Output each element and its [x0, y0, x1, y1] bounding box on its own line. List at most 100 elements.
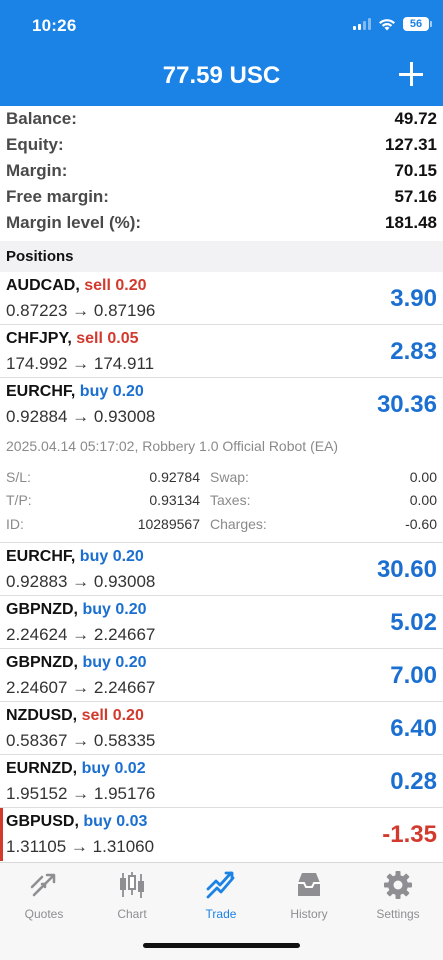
charges-value: -0.60	[405, 515, 437, 532]
position-side: buy 0.20	[79, 548, 144, 565]
account-summary: Balance: 49.72 Equity: 127.31 Margin: 70.15…	[0, 106, 443, 236]
position-row[interactable]: AUDCAD, sell 0.20 0.87223 → 0.87196 3.90	[0, 272, 443, 325]
summary-balance: Balance: 49.72	[0, 106, 443, 132]
quotes-icon	[30, 873, 56, 897]
position-symbol: GBPUSD,	[6, 813, 79, 830]
summary-value: 70.15	[394, 161, 437, 180]
position-row[interactable]: GBPNZD, buy 0.20 2.24624 → 2.24667 5.02	[0, 596, 443, 649]
tab-label: Chart	[117, 907, 147, 921]
position-prices: 0.87223 → 0.87196	[6, 301, 156, 320]
chart-icon	[120, 872, 144, 898]
tab-label: Settings	[376, 907, 420, 921]
position-details: 2025.04.14 05:17:02, Robbery 1.0 Officia…	[0, 431, 443, 543]
tab-history[interactable]: History	[265, 869, 353, 921]
position-profit: 0.28	[390, 768, 437, 795]
position-side: buy 0.20	[79, 383, 144, 400]
position-prices: 1.31105 → 1.31060	[6, 837, 155, 856]
summary-label: Balance:	[6, 109, 77, 128]
summary-value: 57.16	[394, 187, 437, 206]
id-label: ID:	[6, 515, 24, 532]
position-side: sell 0.05	[76, 330, 139, 347]
position-prices: 1.95152 → 1.95176	[6, 784, 156, 803]
position-symbol: NZDUSD,	[6, 707, 78, 724]
position-comment: 2025.04.14 05:17:02, Robbery 1.0 Officia…	[6, 438, 339, 454]
account-equity-title: 77.59 USC	[162, 62, 281, 89]
position-side: sell 0.20	[81, 707, 144, 724]
tp-label: T/P:	[6, 492, 32, 509]
taxes-value: 0.00	[409, 492, 437, 509]
home-indicator	[143, 943, 300, 948]
summary-margin-level: Margin level (%): 181.48	[0, 210, 443, 236]
position-row[interactable]: NZDUSD, sell 0.20 0.58367 → 0.58335 6.40	[0, 702, 443, 755]
summary-label: Equity:	[6, 135, 64, 154]
position-prices: 0.92883 → 0.93008	[6, 572, 156, 591]
new-order-plus-icon[interactable]	[399, 62, 423, 86]
summary-value: 181.48	[385, 213, 437, 232]
position-row[interactable]: GBPUSD, buy 0.03 1.31105 → 1.31060 -1.35	[0, 808, 443, 861]
summary-value: 49.72	[394, 109, 437, 128]
settings-icon	[384, 871, 412, 899]
battery-icon: 56	[403, 17, 432, 31]
position-symbol: EURNZD,	[6, 760, 78, 777]
position-side: sell 0.20	[84, 277, 147, 294]
position-side: buy 0.20	[82, 601, 147, 618]
wifi-icon	[379, 18, 395, 30]
position-row[interactable]: EURNZD, buy 0.02 1.95152 → 1.95176 0.28	[0, 755, 443, 808]
status-icons: 56	[353, 17, 432, 31]
position-symbol: EURCHF,	[6, 548, 76, 565]
position-side: buy 0.20	[82, 654, 147, 671]
summary-label: Margin level (%):	[6, 213, 142, 232]
positions-header: Positions	[0, 241, 443, 272]
position-profit: 30.60	[376, 556, 437, 583]
position-symbol: AUDCAD,	[6, 277, 80, 294]
position-profit: 6.40	[390, 715, 437, 742]
history-icon	[298, 873, 320, 896]
summary-equity: Equity: 127.31	[0, 132, 443, 158]
tp-value: 0.93134	[149, 492, 200, 509]
summary-free-margin: Free margin: 57.16	[0, 184, 443, 210]
position-profit: 3.90	[390, 285, 437, 312]
position-profit: -1.35	[382, 821, 437, 848]
position-symbol: GBPNZD,	[6, 601, 78, 618]
position-row[interactable]: GBPNZD, buy 0.20 2.24607 → 2.24667 7.00	[0, 649, 443, 702]
id-value: 10289567	[137, 515, 200, 532]
tab-quotes[interactable]: Quotes	[0, 869, 88, 921]
positions-list: AUDCAD, sell 0.20 0.87223 → 0.87196 3.90…	[0, 272, 443, 861]
position-prices: 174.992 → 174.911	[6, 354, 155, 373]
position-row[interactable]: CHFJPY, sell 0.05 174.992 → 174.911 2.83	[0, 325, 443, 378]
position-profit: 5.02	[390, 609, 437, 636]
position-symbol: CHFJPY,	[6, 330, 72, 347]
summary-label: Margin:	[6, 161, 68, 180]
charges-label: Charges:	[210, 515, 267, 532]
position-prices: 2.24607 → 2.24667	[6, 678, 156, 697]
signal-icon	[353, 18, 371, 30]
tab-label: Quotes	[24, 907, 64, 921]
trade-icon	[206, 871, 235, 899]
tab-label: Trade	[205, 907, 237, 921]
taxes-label: Taxes:	[210, 492, 251, 509]
position-row-expanded[interactable]: EURCHF, buy 0.20 0.92884 → 0.93008 30.36	[0, 378, 443, 431]
position-prices: 0.58367 → 0.58335	[6, 731, 156, 750]
status-time: 10:26	[32, 16, 77, 35]
top-bar: 10:26 56 77.59 USC	[0, 0, 443, 106]
summary-margin: Margin: 70.15	[0, 158, 443, 184]
tab-chart[interactable]: Chart	[88, 869, 176, 921]
swap-value: 0.00	[409, 468, 437, 485]
tab-trade[interactable]: Trade	[177, 869, 265, 921]
position-profit: 30.36	[376, 391, 437, 418]
position-side: buy 0.03	[83, 813, 148, 830]
swap-label: Swap:	[210, 468, 249, 485]
tab-settings[interactable]: Settings	[354, 869, 442, 921]
position-symbol: EURCHF,	[6, 383, 76, 400]
position-prices: 0.92884 → 0.93008	[6, 407, 156, 426]
sl-label: S/L:	[6, 468, 31, 485]
sl-value: 0.92784	[149, 468, 200, 485]
position-prices: 2.24624 → 2.24667	[6, 625, 156, 644]
position-symbol: GBPNZD,	[6, 654, 78, 671]
position-side: buy 0.02	[81, 760, 146, 777]
position-profit: 7.00	[390, 662, 437, 689]
position-profit: 2.83	[390, 338, 437, 365]
position-row[interactable]: EURCHF, buy 0.20 0.92883 → 0.93008 30.60	[0, 543, 443, 596]
tab-label: History	[290, 907, 328, 921]
summary-value: 127.31	[385, 135, 437, 154]
